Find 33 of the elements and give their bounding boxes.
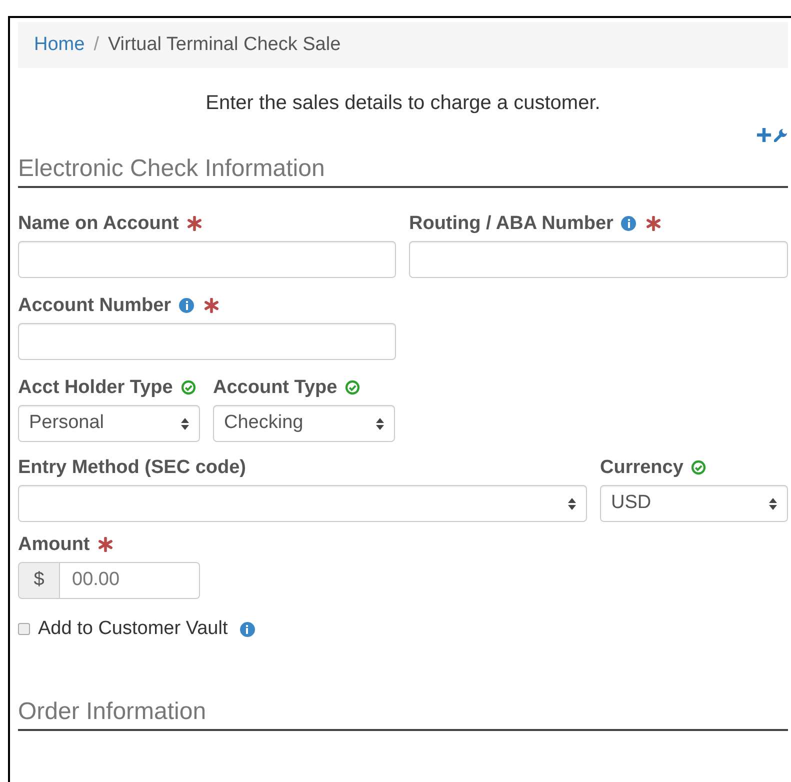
select-arrows-icon bbox=[769, 498, 777, 510]
field-label: Routing / ABA Number bbox=[409, 213, 614, 234]
field-label: Name on Account bbox=[18, 213, 179, 234]
text-field[interactable] bbox=[18, 323, 396, 360]
breadcrumb-separator: / bbox=[94, 32, 99, 57]
info-icon[interactable] bbox=[240, 622, 255, 636]
field-label: Acct Holder Type bbox=[18, 377, 173, 398]
breadcrumb-current: Virtual Terminal Check Sale bbox=[108, 32, 341, 57]
text-field[interactable] bbox=[409, 241, 788, 278]
section-heading: Order Information bbox=[18, 697, 788, 731]
breadcrumb-link[interactable]: Home bbox=[34, 30, 85, 60]
checkbox[interactable] bbox=[18, 623, 30, 635]
field-label: Entry Method (SEC code) bbox=[18, 457, 246, 478]
select-arrows-icon bbox=[568, 498, 576, 510]
checkbox-label: Add to Customer Vault bbox=[38, 617, 228, 641]
section-heading: Electronic Check Information bbox=[18, 154, 788, 188]
wrench-icon[interactable] bbox=[774, 128, 788, 142]
plus-icon[interactable] bbox=[757, 128, 771, 142]
select-dropdown[interactable]: USD bbox=[600, 485, 788, 522]
select-arrows-icon bbox=[181, 418, 189, 430]
select-arrows-icon bbox=[376, 418, 384, 430]
text-field[interactable] bbox=[18, 241, 396, 278]
amount-field[interactable]: 00.00 bbox=[60, 562, 200, 599]
field-label: Amount bbox=[18, 534, 90, 555]
currency-prefix: $ bbox=[18, 562, 60, 599]
field-label: Account Number bbox=[18, 295, 172, 316]
instruction-text: Enter the sales details to charge a customer. bbox=[204, 91, 602, 116]
select-dropdown[interactable]: Checking bbox=[213, 405, 395, 442]
field-label: Account Type bbox=[213, 377, 338, 398]
select-dropdown[interactable]: Personal bbox=[18, 405, 200, 442]
info-icon[interactable] bbox=[621, 216, 636, 232]
info-icon[interactable] bbox=[179, 298, 194, 314]
field-label: Currency bbox=[600, 457, 684, 478]
